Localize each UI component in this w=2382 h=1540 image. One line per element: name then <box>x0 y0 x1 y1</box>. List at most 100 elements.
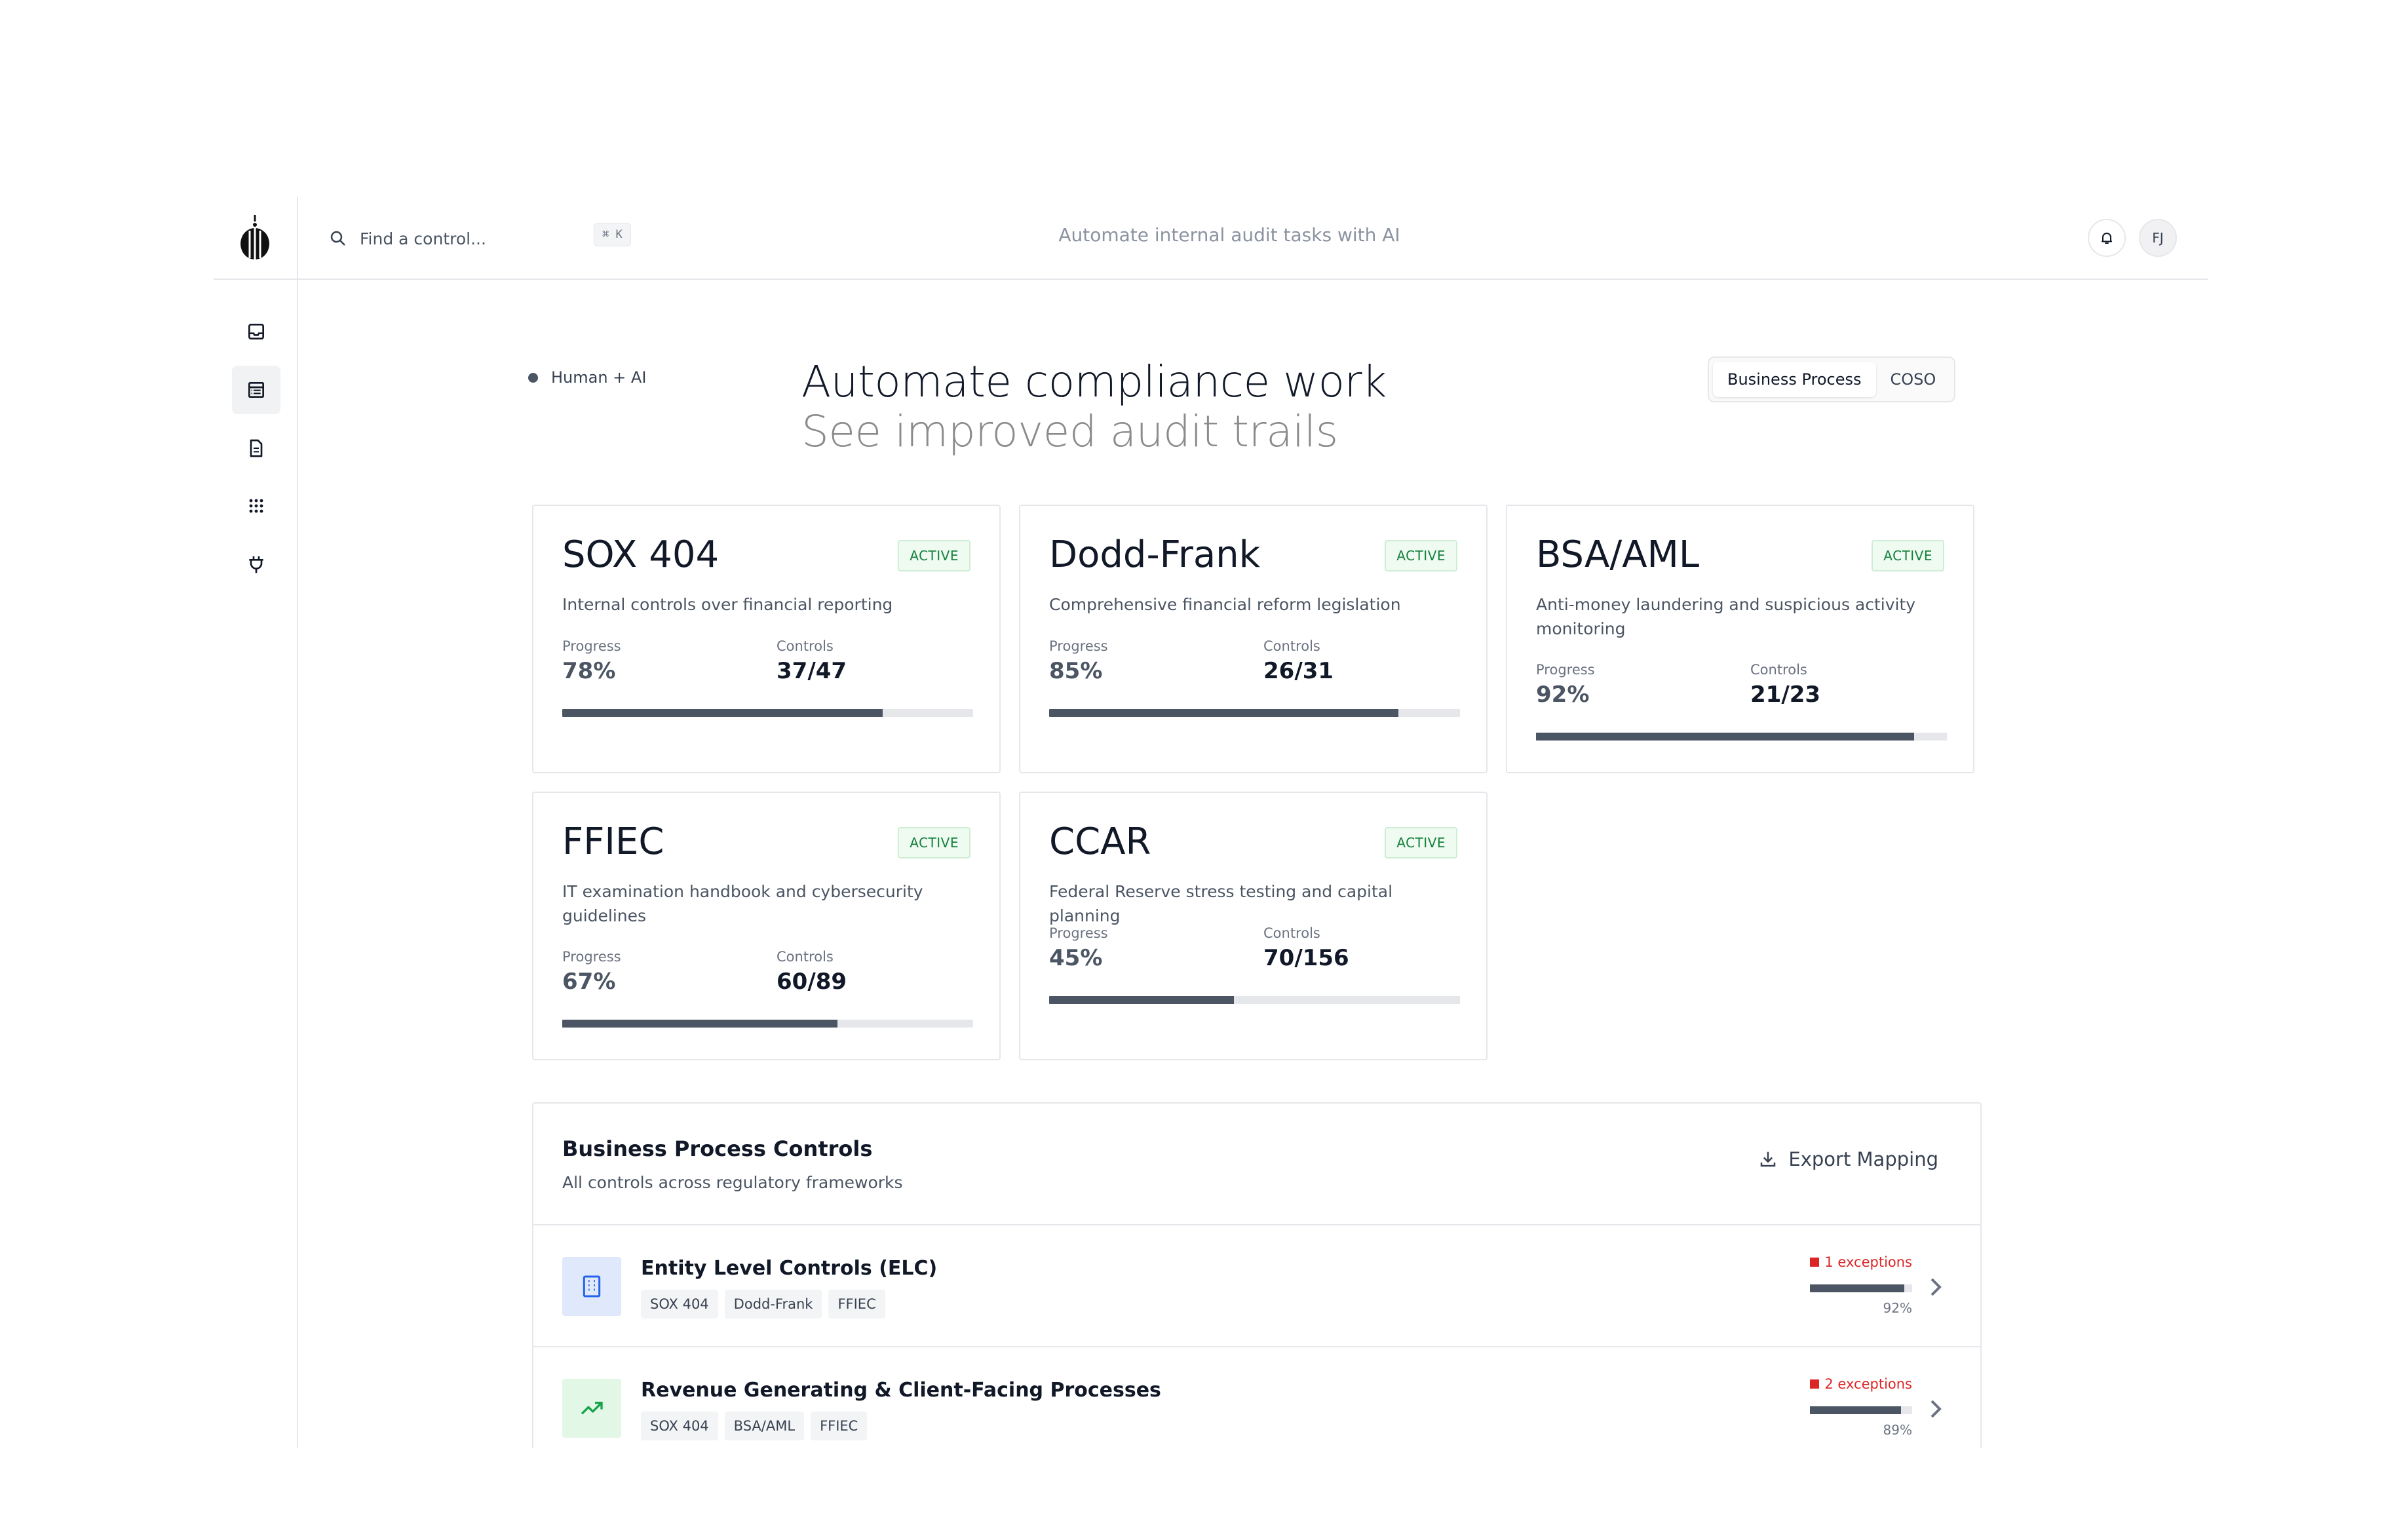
progress-bar <box>1049 709 1460 717</box>
building-icon <box>583 1275 601 1298</box>
progress-label: Progress <box>1536 662 1595 678</box>
progress-bar-fill <box>1536 733 1914 741</box>
framework-tag: BSA/AML <box>724 1412 805 1440</box>
status-badge: ACTIVE <box>1872 540 1944 571</box>
exception-marker <box>1810 1379 1820 1389</box>
progress-bar <box>1536 733 1947 741</box>
framework-name: Dodd-Frank <box>1049 533 1261 576</box>
panel-subtitle: All controls across regulatory framework… <box>562 1173 903 1192</box>
status-dot <box>528 372 538 383</box>
control-row-elc[interactable]: Entity Level Controls (ELC) SOX 404 Dodd… <box>533 1224 1980 1346</box>
status-badge: ACTIVE <box>1385 540 1457 571</box>
progress-value: 92% <box>1536 682 1590 708</box>
mini-progress-fill <box>1810 1284 1904 1292</box>
progress-bar-fill <box>562 1020 838 1028</box>
status-badge: ACTIVE <box>898 827 970 858</box>
framework-card-ccar[interactable]: CCAR ACTIVE Federal Reserve stress testi… <box>1019 792 1488 1060</box>
avatar[interactable]: FJ <box>2139 219 2177 257</box>
table-list-icon <box>248 382 264 398</box>
controls-value: 70/156 <box>1263 945 1349 971</box>
framework-tag: FFIEC <box>828 1290 885 1319</box>
status-badge: ACTIVE <box>1385 827 1457 858</box>
controls-value: 26/31 <box>1263 658 1334 684</box>
chevron-right-icon[interactable] <box>1927 1397 1945 1421</box>
mode-label: Human + AI <box>551 368 647 387</box>
business-process-controls-panel: Business Process Controls All controls a… <box>532 1102 1982 1448</box>
framework-card-sox-404[interactable]: SOX 404 ACTIVE Internal controls over fi… <box>532 505 1001 773</box>
search-shortcut-hint: ⌘ K <box>594 223 631 246</box>
status-badge: ACTIVE <box>898 540 970 571</box>
framework-tags: SOX 404 BSA/AML FFIEC <box>641 1412 868 1440</box>
sidebar-item-integrations[interactable] <box>232 540 280 588</box>
search-icon <box>330 231 345 246</box>
framework-description: Internal controls over financial reporti… <box>562 595 893 614</box>
sidebar-item-inbox[interactable] <box>232 307 280 356</box>
framework-description: Anti-money laundering and suspicious act… <box>1536 595 1916 638</box>
search-bar[interactable]: Find a control... <box>328 220 636 257</box>
row-percent: 92% <box>1883 1300 1912 1316</box>
export-mapping-button[interactable]: Export Mapping <box>1758 1148 1938 1170</box>
document-icon <box>250 439 263 457</box>
control-title: Entity Level Controls (ELC) <box>641 1257 938 1280</box>
chevron-right-icon[interactable] <box>1927 1275 1945 1299</box>
top-bar: Find a control... ⌘ K Automate internal … <box>214 197 2208 280</box>
mini-progress-bar <box>1810 1284 1912 1292</box>
notifications-button[interactable] <box>2088 219 2126 257</box>
app-window: Find a control... ⌘ K Automate internal … <box>214 197 2208 1448</box>
control-row-revenue[interactable]: Revenue Generating & Client-Facing Proce… <box>533 1346 1980 1468</box>
mini-progress-fill <box>1810 1406 1901 1414</box>
exceptions-count: 1 exceptions <box>1824 1254 1912 1270</box>
progress-label: Progress <box>1049 638 1108 654</box>
exceptions-indicator: 1 exceptions <box>1810 1254 1912 1270</box>
mini-progress-bar <box>1810 1406 1912 1414</box>
mode-indicator: Human + AI <box>528 368 646 387</box>
page-title: Automate compliance work <box>801 356 1387 407</box>
progress-value: 67% <box>562 969 616 995</box>
header-tagline: Automate internal audit tasks with AI <box>1058 224 1400 246</box>
framework-description: Federal Reserve stress testing and capit… <box>1049 882 1393 925</box>
progress-value: 45% <box>1049 945 1103 971</box>
framework-name: CCAR <box>1049 820 1151 863</box>
exceptions-indicator: 2 exceptions <box>1810 1376 1912 1392</box>
progress-bar-fill <box>562 709 883 717</box>
sidebar-item-controls[interactable] <box>232 366 280 414</box>
trending-up-icon <box>581 1402 603 1415</box>
exceptions-count: 2 exceptions <box>1824 1376 1912 1392</box>
controls-value: 21/23 <box>1750 682 1821 708</box>
toggle-coso[interactable]: COSO <box>1876 362 1951 397</box>
toggle-business-process[interactable]: Business Process <box>1713 362 1876 397</box>
framework-card-dodd-frank[interactable]: Dodd-Frank ACTIVE Comprehensive financia… <box>1019 505 1488 773</box>
framework-tag: SOX 404 <box>641 1412 718 1440</box>
inbox-icon <box>248 324 264 339</box>
progress-value: 85% <box>1049 658 1103 684</box>
search-input[interactable]: Find a control... <box>360 229 486 248</box>
framework-name: BSA/AML <box>1536 533 1700 576</box>
progress-bar <box>1049 996 1460 1004</box>
framework-name: FFIEC <box>562 820 664 863</box>
framework-name: SOX 404 <box>562 533 720 576</box>
page-subtitle: See improved audit trails <box>801 406 1338 457</box>
framework-description: IT examination handbook and cybersecurit… <box>562 882 923 925</box>
controls-label: Controls <box>777 638 834 654</box>
download-icon <box>1761 1151 1776 1167</box>
control-title: Revenue Generating & Client-Facing Proce… <box>641 1379 1161 1402</box>
sidebar-item-apps[interactable] <box>232 482 280 530</box>
progress-bar <box>562 709 973 717</box>
sidebar-item-documents[interactable] <box>232 424 280 472</box>
framework-description: Comprehensive financial reform legislati… <box>1049 595 1401 614</box>
row-icon-container <box>562 1379 621 1438</box>
framework-tag: Dodd-Frank <box>724 1290 822 1319</box>
row-percent: 89% <box>1883 1422 1912 1438</box>
logo <box>232 212 278 265</box>
export-label: Export Mapping <box>1788 1148 1938 1170</box>
controls-label: Controls <box>1750 662 1807 678</box>
framework-tag: FFIEC <box>811 1412 868 1440</box>
framework-card-bsa-aml[interactable]: BSA/AML ACTIVE Anti-money laundering and… <box>1506 505 1974 773</box>
progress-bar-fill <box>1049 996 1235 1004</box>
progress-bar-fill <box>1049 709 1398 717</box>
controls-value: 37/47 <box>777 658 847 684</box>
framework-card-ffiec[interactable]: FFIEC ACTIVE IT examination handbook and… <box>532 792 1001 1060</box>
controls-label: Controls <box>1263 638 1320 654</box>
controls-label: Controls <box>1263 925 1320 941</box>
framework-tags: SOX 404 Dodd-Frank FFIEC <box>641 1290 885 1319</box>
